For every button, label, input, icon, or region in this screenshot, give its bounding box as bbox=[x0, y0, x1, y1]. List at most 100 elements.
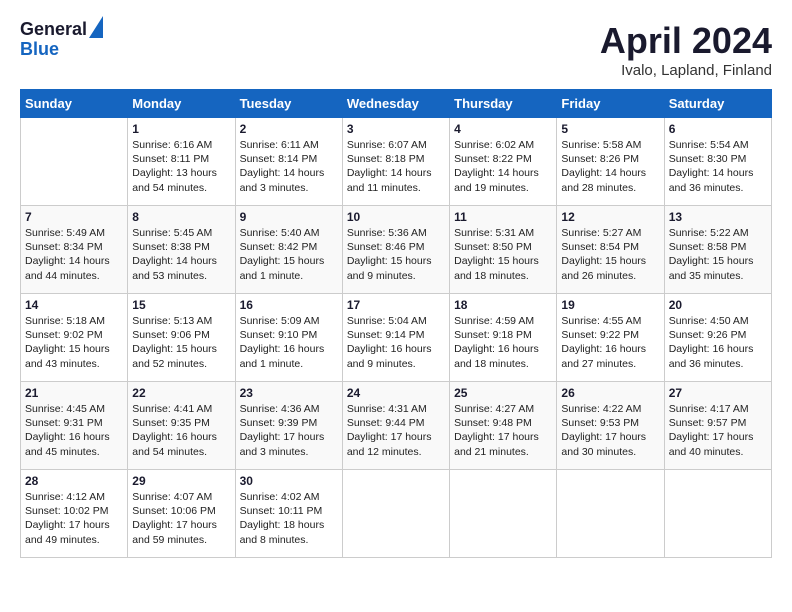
day-number: 1 bbox=[132, 122, 230, 136]
day-detail: Sunrise: 4:27 AMSunset: 9:48 PMDaylight:… bbox=[454, 402, 552, 459]
day-number: 21 bbox=[25, 386, 123, 400]
title-area: April 2024 Ivalo, Lapland, Finland bbox=[600, 20, 772, 79]
calendar-cell: 1 Sunrise: 6:16 AMSunset: 8:11 PMDaylight… bbox=[128, 118, 235, 206]
calendar-cell: 26 Sunrise: 4:22 AMSunset: 9:53 PMDayligh… bbox=[557, 382, 664, 470]
day-number: 16 bbox=[240, 298, 338, 312]
calendar-body: 1 Sunrise: 6:16 AMSunset: 8:11 PMDaylight… bbox=[21, 118, 772, 558]
calendar-table: SundayMondayTuesdayWednesdayThursdayFrid… bbox=[20, 89, 772, 558]
day-number: 29 bbox=[132, 474, 230, 488]
day-number: 22 bbox=[132, 386, 230, 400]
calendar-cell: 10 Sunrise: 5:36 AMSunset: 8:46 PMDayligh… bbox=[342, 206, 449, 294]
calendar-cell: 22 Sunrise: 4:41 AMSunset: 9:35 PMDayligh… bbox=[128, 382, 235, 470]
calendar-cell bbox=[21, 118, 128, 206]
day-detail: Sunrise: 4:59 AMSunset: 9:18 PMDaylight:… bbox=[454, 314, 552, 371]
column-header-wednesday: Wednesday bbox=[342, 90, 449, 118]
calendar-header-row: SundayMondayTuesdayWednesdayThursdayFrid… bbox=[21, 90, 772, 118]
calendar-cell bbox=[450, 470, 557, 558]
calendar-cell: 17 Sunrise: 5:04 AMSunset: 9:14 PMDayligh… bbox=[342, 294, 449, 382]
calendar-cell: 19 Sunrise: 4:55 AMSunset: 9:22 PMDayligh… bbox=[557, 294, 664, 382]
column-header-thursday: Thursday bbox=[450, 90, 557, 118]
day-number: 24 bbox=[347, 386, 445, 400]
day-number: 20 bbox=[669, 298, 767, 312]
day-detail: Sunrise: 5:49 AMSunset: 8:34 PMDaylight:… bbox=[25, 226, 123, 283]
day-number: 8 bbox=[132, 210, 230, 224]
day-number: 4 bbox=[454, 122, 552, 136]
calendar-cell: 7 Sunrise: 5:49 AMSunset: 8:34 PMDaylight… bbox=[21, 206, 128, 294]
calendar-cell: 30Sunrise: 4:02 AMSunset: 10:11 PMDaylig… bbox=[235, 470, 342, 558]
day-number: 10 bbox=[347, 210, 445, 224]
day-detail: Sunrise: 5:09 AMSunset: 9:10 PMDaylight:… bbox=[240, 314, 338, 371]
calendar-week-row: 1 Sunrise: 6:16 AMSunset: 8:11 PMDaylight… bbox=[21, 118, 772, 206]
day-detail: Sunrise: 4:45 AMSunset: 9:31 PMDaylight:… bbox=[25, 402, 123, 459]
calendar-cell: 6 Sunrise: 5:54 AMSunset: 8:30 PMDaylight… bbox=[664, 118, 771, 206]
day-detail: Sunrise: 4:12 AMSunset: 10:02 PMDaylight… bbox=[25, 490, 123, 547]
calendar-cell bbox=[664, 470, 771, 558]
day-number: 3 bbox=[347, 122, 445, 136]
day-number: 2 bbox=[240, 122, 338, 136]
day-number: 13 bbox=[669, 210, 767, 224]
logo-blue-text: Blue bbox=[20, 40, 87, 60]
calendar-cell: 29 Sunrise: 4:07 AMSunset: 10:06 PMDaylig… bbox=[128, 470, 235, 558]
day-detail: Sunrise: 4:17 AMSunset: 9:57 PMDaylight:… bbox=[669, 402, 767, 459]
month-title: April 2024 bbox=[600, 20, 772, 62]
calendar-week-row: 21 Sunrise: 4:45 AMSunset: 9:31 PMDayligh… bbox=[21, 382, 772, 470]
calendar-cell: 5Sunrise: 5:58 AMSunset: 8:26 PMDaylight… bbox=[557, 118, 664, 206]
calendar-cell: 23Sunrise: 4:36 AMSunset: 9:39 PMDayligh… bbox=[235, 382, 342, 470]
day-detail: Sunrise: 4:07 AMSunset: 10:06 PMDaylight… bbox=[132, 490, 230, 547]
column-header-sunday: Sunday bbox=[21, 90, 128, 118]
calendar-week-row: 28 Sunrise: 4:12 AMSunset: 10:02 PMDaylig… bbox=[21, 470, 772, 558]
day-detail: Sunrise: 6:07 AMSunset: 8:18 PMDaylight:… bbox=[347, 138, 445, 195]
day-number: 14 bbox=[25, 298, 123, 312]
day-number: 25 bbox=[454, 386, 552, 400]
day-detail: Sunrise: 4:36 AMSunset: 9:39 PMDaylight:… bbox=[240, 402, 338, 459]
day-number: 9 bbox=[240, 210, 338, 224]
header: General Blue April 2024 Ivalo, Lapland, … bbox=[20, 20, 772, 79]
day-detail: Sunrise: 5:31 AMSunset: 8:50 PMDaylight:… bbox=[454, 226, 552, 283]
day-detail: Sunrise: 5:40 AMSunset: 8:42 PMDaylight:… bbox=[240, 226, 338, 283]
calendar-cell: 25 Sunrise: 4:27 AMSunset: 9:48 PMDayligh… bbox=[450, 382, 557, 470]
calendar-cell: 21 Sunrise: 4:45 AMSunset: 9:31 PMDayligh… bbox=[21, 382, 128, 470]
calendar-cell: 11 Sunrise: 5:31 AMSunset: 8:50 PMDayligh… bbox=[450, 206, 557, 294]
day-detail: Sunrise: 6:02 AMSunset: 8:22 PMDaylight:… bbox=[454, 138, 552, 195]
calendar-cell: 12Sunrise: 5:27 AMSunset: 8:54 PMDayligh… bbox=[557, 206, 664, 294]
day-number: 28 bbox=[25, 474, 123, 488]
day-detail: Sunrise: 5:13 AMSunset: 9:06 PMDaylight:… bbox=[132, 314, 230, 371]
day-detail: Sunrise: 6:16 AMSunset: 8:11 PMDaylight:… bbox=[132, 138, 230, 195]
column-header-friday: Friday bbox=[557, 90, 664, 118]
day-detail: Sunrise: 4:31 AMSunset: 9:44 PMDaylight:… bbox=[347, 402, 445, 459]
day-detail: Sunrise: 5:36 AMSunset: 8:46 PMDaylight:… bbox=[347, 226, 445, 283]
calendar-cell: 24 Sunrise: 4:31 AMSunset: 9:44 PMDayligh… bbox=[342, 382, 449, 470]
day-number: 19 bbox=[561, 298, 659, 312]
calendar-cell: 14Sunrise: 5:18 AMSunset: 9:02 PMDayligh… bbox=[21, 294, 128, 382]
day-detail: Sunrise: 4:02 AMSunset: 10:11 PMDaylight… bbox=[240, 490, 338, 547]
day-number: 27 bbox=[669, 386, 767, 400]
calendar-cell: 8 Sunrise: 5:45 AMSunset: 8:38 PMDaylight… bbox=[128, 206, 235, 294]
day-detail: Sunrise: 5:54 AMSunset: 8:30 PMDaylight:… bbox=[669, 138, 767, 195]
day-detail: Sunrise: 5:45 AMSunset: 8:38 PMDaylight:… bbox=[132, 226, 230, 283]
day-detail: Sunrise: 4:22 AMSunset: 9:53 PMDaylight:… bbox=[561, 402, 659, 459]
day-number: 26 bbox=[561, 386, 659, 400]
day-number: 7 bbox=[25, 210, 123, 224]
calendar-week-row: 14Sunrise: 5:18 AMSunset: 9:02 PMDayligh… bbox=[21, 294, 772, 382]
day-number: 6 bbox=[669, 122, 767, 136]
column-header-tuesday: Tuesday bbox=[235, 90, 342, 118]
column-header-monday: Monday bbox=[128, 90, 235, 118]
day-detail: Sunrise: 5:04 AMSunset: 9:14 PMDaylight:… bbox=[347, 314, 445, 371]
day-number: 18 bbox=[454, 298, 552, 312]
day-number: 17 bbox=[347, 298, 445, 312]
day-detail: Sunrise: 4:50 AMSunset: 9:26 PMDaylight:… bbox=[669, 314, 767, 371]
calendar-cell: 3 Sunrise: 6:07 AMSunset: 8:18 PMDaylight… bbox=[342, 118, 449, 206]
day-detail: Sunrise: 4:55 AMSunset: 9:22 PMDaylight:… bbox=[561, 314, 659, 371]
location: Ivalo, Lapland, Finland bbox=[600, 62, 772, 79]
day-number: 11 bbox=[454, 210, 552, 224]
day-number: 12 bbox=[561, 210, 659, 224]
column-header-saturday: Saturday bbox=[664, 90, 771, 118]
calendar-cell: 15Sunrise: 5:13 AMSunset: 9:06 PMDayligh… bbox=[128, 294, 235, 382]
calendar-cell: 16 Sunrise: 5:09 AMSunset: 9:10 PMDayligh… bbox=[235, 294, 342, 382]
day-detail: Sunrise: 4:41 AMSunset: 9:35 PMDaylight:… bbox=[132, 402, 230, 459]
calendar-cell: 4 Sunrise: 6:02 AMSunset: 8:22 PMDaylight… bbox=[450, 118, 557, 206]
day-detail: Sunrise: 5:22 AMSunset: 8:58 PMDaylight:… bbox=[669, 226, 767, 283]
calendar-cell: 28 Sunrise: 4:12 AMSunset: 10:02 PMDaylig… bbox=[21, 470, 128, 558]
calendar-cell: 9 Sunrise: 5:40 AMSunset: 8:42 PMDaylight… bbox=[235, 206, 342, 294]
day-number: 5 bbox=[561, 122, 659, 136]
